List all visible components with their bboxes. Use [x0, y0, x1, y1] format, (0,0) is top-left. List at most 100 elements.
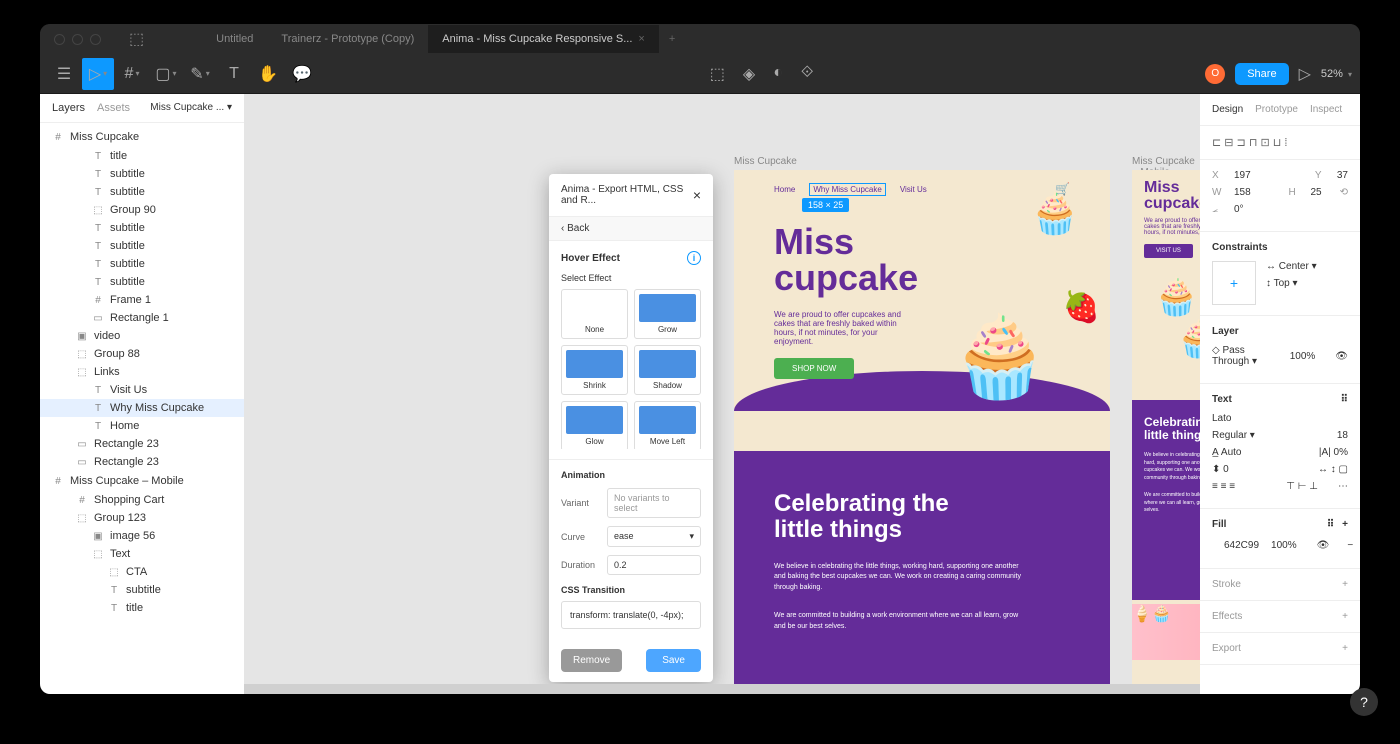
line-height-input[interactable]: A̲ Auto — [1212, 447, 1241, 458]
layer-shopping-cart[interactable]: #Shopping Cart — [40, 491, 244, 509]
y-input[interactable]: 37 — [1337, 170, 1348, 181]
maximize-window[interactable] — [90, 34, 101, 45]
close-tab-icon[interactable]: × — [638, 33, 644, 45]
artboard-mobile[interactable]: 🛒 Misscupcake We are proud to offer cupc… — [1132, 170, 1200, 694]
plugin-back-button[interactable]: ‹ Back — [549, 216, 713, 241]
add-effect-icon[interactable]: + — [1342, 611, 1348, 622]
layer-text[interactable]: ⬚Text — [40, 545, 244, 563]
shape-tool[interactable]: ▢▾ — [150, 58, 182, 90]
edit-object-icon[interactable]: ⬚ — [710, 64, 725, 84]
layer-group90[interactable]: ⬚Group 90 — [40, 201, 244, 219]
frame-tool[interactable]: #▾ — [116, 58, 148, 90]
layer-subtitle[interactable]: Tsubtitle — [40, 219, 244, 237]
add-stroke-icon[interactable]: + — [1342, 579, 1348, 590]
page-dropdown[interactable]: Miss Cupcake ... ▾ — [150, 102, 232, 114]
constraint-v-dropdown[interactable]: ↕ Top ▾ — [1266, 278, 1298, 289]
frame-miss-cupcake[interactable]: #Miss Cupcake — [40, 127, 244, 147]
layer-image56[interactable]: ▣image 56 — [40, 527, 244, 545]
fill-opacity-input[interactable]: 100% — [1271, 540, 1297, 551]
visibility-icon[interactable]: 👁 — [1335, 351, 1348, 362]
info-icon[interactable]: i — [687, 251, 701, 265]
text-tool[interactable]: T — [218, 58, 250, 90]
effect-move-left[interactable]: Move Left — [634, 401, 701, 449]
text-valign-controls[interactable]: ⊤ ⊢ ⊥ — [1286, 481, 1318, 492]
layer-rectangle23[interactable]: ▭Rectangle 23 — [40, 435, 244, 453]
constrain-icon[interactable]: ⟲ — [1340, 187, 1348, 198]
font-family-dropdown[interactable]: Lato — [1212, 413, 1231, 424]
frame-miss-cupcake-mobile[interactable]: #Miss Cupcake – Mobile — [40, 471, 244, 491]
variant-select[interactable]: No variants to select — [607, 488, 701, 518]
paragraph-spacing-input[interactable]: ⬍ 0 — [1212, 464, 1229, 475]
w-input[interactable]: 158 — [1234, 187, 1251, 198]
x-input[interactable]: 197 — [1234, 170, 1251, 181]
layer-group88[interactable]: ⬚Group 88 — [40, 345, 244, 363]
opacity-input[interactable]: 100% — [1290, 351, 1316, 362]
fill-visibility-icon[interactable]: 👁 — [1317, 540, 1330, 551]
text-resize-controls[interactable]: ↔ ↕ ▢ — [1318, 464, 1348, 475]
tab-untitled[interactable]: Untitled — [202, 25, 267, 53]
letter-spacing-input[interactable]: |A| 0% — [1319, 447, 1348, 458]
blend-mode-dropdown[interactable]: ◇ Pass Through ▾ — [1212, 345, 1278, 367]
canvas[interactable]: Miss Cupcake Miss Cupcake – Mobile Home … — [244, 94, 1200, 694]
plugin-close-button[interactable]: × — [693, 187, 701, 203]
add-fill-icon[interactable]: + — [1342, 519, 1348, 530]
remove-fill-icon[interactable]: − — [1347, 540, 1353, 551]
layer-frame1[interactable]: #Frame 1 — [40, 291, 244, 309]
tab-trainerz[interactable]: Trainerz - Prototype (Copy) — [267, 25, 428, 53]
layer-cta[interactable]: ⬚CTA — [40, 563, 244, 581]
frame-label-desktop[interactable]: Miss Cupcake — [734, 156, 797, 167]
zoom-dropdown[interactable]: 52% ▾ — [1321, 68, 1352, 80]
layer-video[interactable]: ▣video — [40, 327, 244, 345]
duration-input[interactable]: 0.2 — [607, 555, 701, 575]
text-align-controls[interactable]: ≡ ≡ ≡ — [1212, 481, 1235, 492]
assets-tab[interactable]: Assets — [97, 102, 130, 114]
fill-style-icon[interactable]: ⠿ — [1327, 519, 1334, 530]
font-size-input[interactable]: 18 — [1337, 430, 1348, 441]
hand-tool[interactable]: ✋ — [252, 58, 284, 90]
remove-button[interactable]: Remove — [561, 649, 622, 672]
effect-glow[interactable]: Glow — [561, 401, 628, 449]
effect-shadow[interactable]: Shadow — [634, 345, 701, 395]
layer-subtitle[interactable]: Tsubtitle — [40, 581, 244, 599]
mask-icon[interactable]: ◐ — [773, 64, 783, 84]
save-button[interactable]: Save — [646, 649, 701, 672]
alignment-controls[interactable]: ⊏ ⊟ ⊐ ⊓ ⊡ ⊔ ⁞ — [1212, 136, 1348, 149]
layer-rectangle1[interactable]: ▭Rectangle 1 — [40, 309, 244, 327]
artboard-desktop[interactable]: Home Why Miss Cupcake Visit Us 🛒 Misscup… — [734, 170, 1110, 694]
prototype-tab[interactable]: Prototype — [1255, 104, 1298, 115]
layer-visit-us[interactable]: TVisit Us — [40, 381, 244, 399]
layer-title[interactable]: Ttitle — [40, 599, 244, 617]
layer-subtitle[interactable]: Tsubtitle — [40, 237, 244, 255]
text-more-icon[interactable]: ⋯ — [1338, 481, 1348, 492]
layer-subtitle[interactable]: Tsubtitle — [40, 255, 244, 273]
present-button[interactable]: ▷ — [1299, 64, 1311, 84]
constraint-h-dropdown[interactable]: ↔ Center ▾ — [1266, 261, 1317, 272]
layer-home[interactable]: THome — [40, 417, 244, 435]
menu-button[interactable]: ☰ — [48, 58, 80, 90]
layer-title[interactable]: Ttitle — [40, 147, 244, 165]
h-input[interactable]: 25 — [1310, 187, 1321, 198]
text-settings-icon[interactable]: ⠿ — [1341, 394, 1348, 405]
layers-tab[interactable]: Layers — [52, 102, 85, 114]
layer-subtitle[interactable]: Tsubtitle — [40, 273, 244, 291]
fill-hex-input[interactable]: 642C99 — [1224, 540, 1259, 551]
horizontal-scrollbar[interactable] — [244, 684, 1200, 694]
comment-tool[interactable]: 💬 — [286, 58, 318, 90]
curve-select[interactable]: ease▾ — [607, 526, 701, 547]
layer-why-miss-cupcake[interactable]: TWhy Miss Cupcake — [40, 399, 244, 417]
layer-subtitle[interactable]: Tsubtitle — [40, 183, 244, 201]
add-export-icon[interactable]: + — [1342, 643, 1348, 654]
design-tab[interactable]: Design — [1212, 104, 1243, 115]
user-avatar[interactable]: O — [1205, 64, 1225, 84]
font-weight-dropdown[interactable]: Regular ▾ — [1212, 430, 1255, 441]
layer-group123[interactable]: ⬚Group 123 — [40, 509, 244, 527]
share-button[interactable]: Share — [1235, 63, 1288, 85]
minimize-window[interactable] — [72, 34, 83, 45]
layer-rectangle23[interactable]: ▭Rectangle 23 — [40, 453, 244, 471]
effect-shrink[interactable]: Shrink — [561, 345, 628, 395]
tab-anima[interactable]: Anima - Miss Cupcake Responsive S...× — [428, 25, 659, 53]
layer-links[interactable]: ⬚Links — [40, 363, 244, 381]
move-tool[interactable]: ▷▾ — [82, 58, 114, 90]
rotation-input[interactable]: 0° — [1234, 204, 1244, 215]
effect-none[interactable]: None — [561, 289, 628, 339]
